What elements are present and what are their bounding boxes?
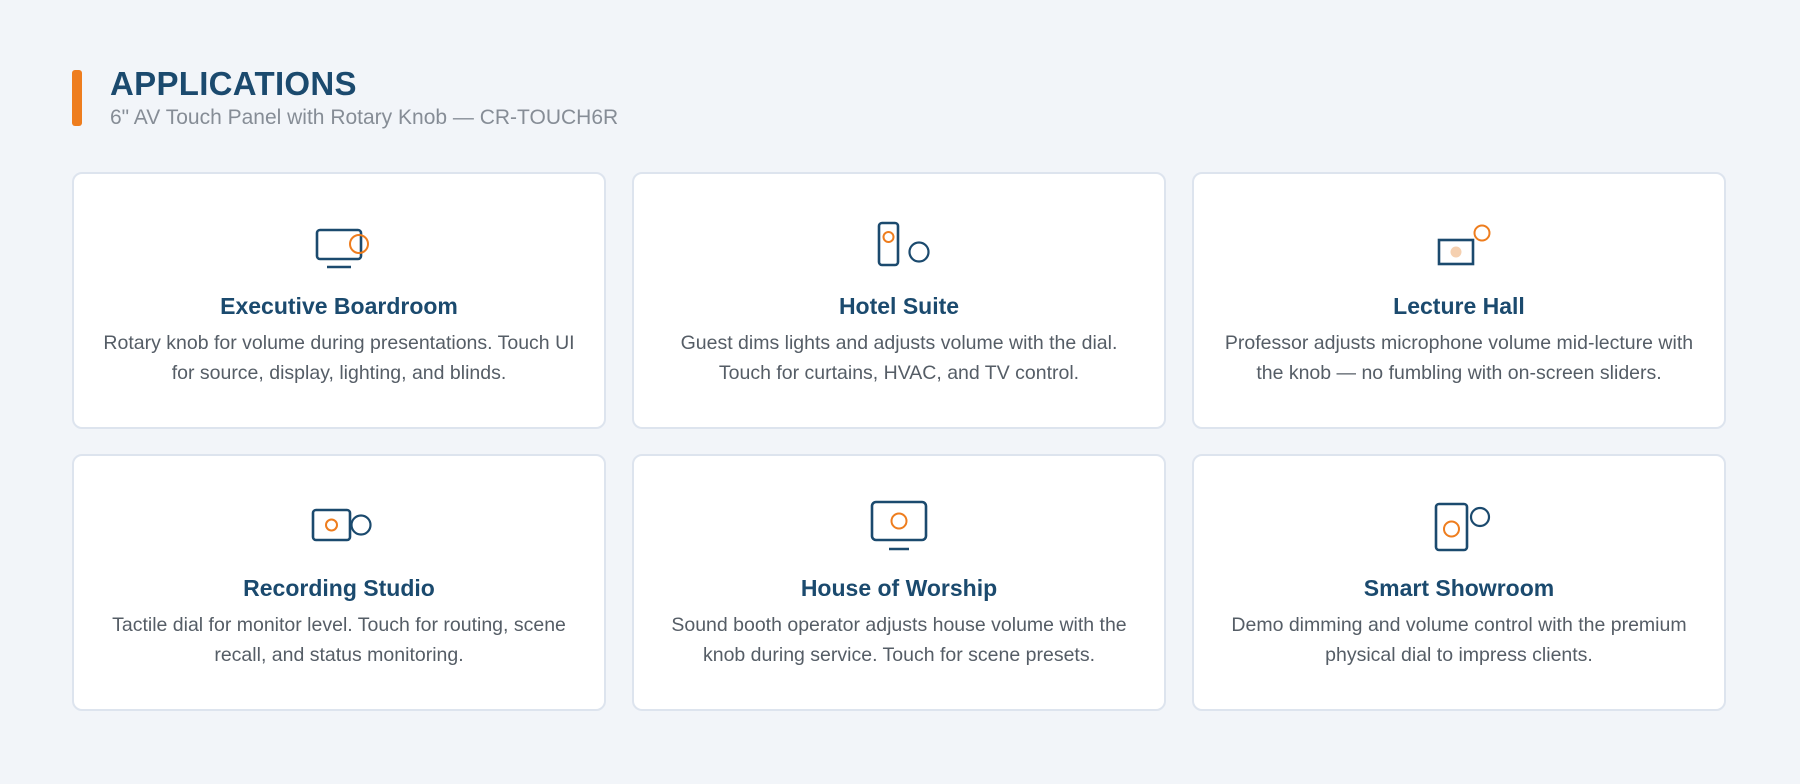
display-knob-icon	[870, 500, 928, 551]
application-card: Smart Showroom Demo dimming and volume c…	[1192, 454, 1726, 711]
card-description: Demo dimming and volume control with the…	[1231, 614, 1687, 666]
card-description: Professor adjusts microphone volume mid-…	[1224, 332, 1694, 384]
accent-bar	[72, 70, 82, 126]
application-card: Recording Studio Tactile dial for monito…	[72, 454, 606, 711]
phone-knob-icon	[877, 221, 930, 267]
card-description: Rotary knob for volume during presentati…	[103, 332, 575, 384]
card-description: Sound booth operator adjusts house volum…	[671, 614, 1127, 666]
page-title: APPLICATIONS	[110, 65, 357, 102]
card-description: Tactile dial for monitor level. Touch fo…	[112, 614, 566, 666]
tablet-knob-icon	[1434, 502, 1491, 552]
card-title: House of Worship	[800, 575, 998, 601]
page-subtitle: 6" AV Touch Panel with Rotary Knob — CR-…	[110, 106, 619, 129]
card-description: Guest dims lights and adjusts volume wit…	[680, 332, 1118, 384]
card-title: Lecture Hall	[1393, 293, 1525, 319]
application-card: Lecture Hall Professor adjusts microphon…	[1192, 172, 1726, 429]
monitor-knob-icon	[315, 228, 369, 269]
application-card: House of Worship Sound booth operator ad…	[632, 454, 1166, 711]
applications-grid: Executive Boardroom Rotary knob for volu…	[72, 172, 1726, 711]
application-card: Executive Boardroom Rotary knob for volu…	[72, 172, 606, 429]
lecture-panel-icon	[1437, 224, 1491, 266]
card-title: Recording Studio	[243, 575, 435, 601]
card-title: Hotel Suite	[838, 293, 960, 319]
section-header: APPLICATIONS 6" AV Touch Panel with Rota…	[72, 62, 619, 129]
application-card: Hotel Suite Guest dims lights and adjust…	[632, 172, 1166, 429]
card-title: Smart Showroom	[1363, 575, 1555, 601]
studio-panel-icon	[311, 508, 372, 542]
card-title: Executive Boardroom	[220, 293, 458, 319]
